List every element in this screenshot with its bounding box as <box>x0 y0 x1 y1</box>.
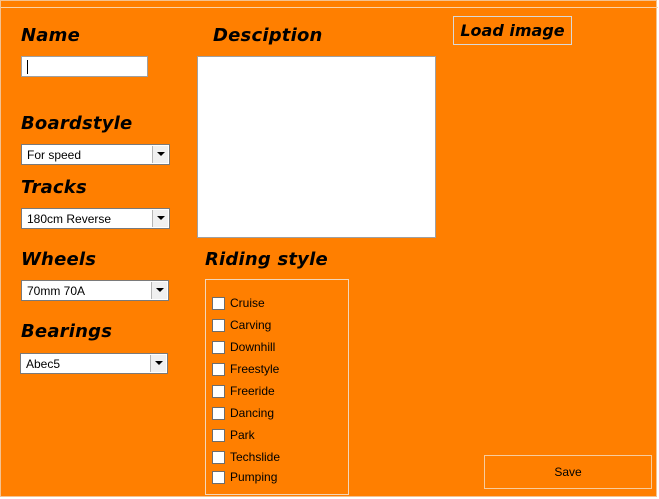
riding-style-label: Riding style <box>205 249 328 270</box>
wheels-select[interactable]: 70mm 70A <box>21 280 169 301</box>
checkbox-label: Pumping <box>230 470 278 484</box>
checkbox-icon[interactable] <box>212 451 225 464</box>
boardstyle-label: Boardstyle <box>21 113 133 134</box>
wheels-value: 70mm 70A <box>27 284 86 298</box>
text-caret <box>27 60 28 74</box>
boardstyle-value: For speed <box>27 148 82 162</box>
description-label: Desciption <box>213 25 323 46</box>
save-button[interactable]: Save <box>484 455 652 489</box>
checkbox-icon[interactable] <box>212 385 225 398</box>
load-image-button[interactable]: Load image <box>453 16 572 45</box>
description-input[interactable] <box>197 56 436 238</box>
wheels-label: Wheels <box>21 249 97 270</box>
checkbox-icon[interactable] <box>212 429 225 442</box>
checkbox-icon[interactable] <box>212 407 225 420</box>
tracks-select[interactable]: 180cm Reverse <box>21 208 170 229</box>
chevron-down-icon[interactable] <box>151 282 167 299</box>
tracks-label: Tracks <box>21 177 87 198</box>
checkbox-label: Freestyle <box>230 362 280 376</box>
checkbox-icon[interactable] <box>212 363 225 376</box>
bearings-value: Abec5 <box>26 357 61 371</box>
checkbox-label: Downhill <box>230 340 276 354</box>
checkbox-label: Freeride <box>230 384 275 398</box>
bearings-select[interactable]: Abec5 <box>20 353 168 374</box>
bearings-label: Bearings <box>21 321 113 342</box>
riding-style-group: Cruise Carving Downhill Freestyle Freeri… <box>205 279 349 495</box>
chevron-down-icon[interactable] <box>152 210 168 227</box>
chevron-down-icon[interactable] <box>150 355 166 372</box>
name-label: Name <box>21 25 80 46</box>
checkbox-label: Cruise <box>230 296 265 310</box>
checkbox-label: Park <box>230 428 255 442</box>
chevron-down-icon[interactable] <box>152 146 168 163</box>
checkbox-label: Dancing <box>230 406 275 420</box>
checkbox-icon[interactable] <box>212 471 225 484</box>
top-divider <box>1 7 658 8</box>
name-input[interactable] <box>21 56 148 77</box>
checkbox-icon[interactable] <box>212 319 225 332</box>
checkbox-icon[interactable] <box>212 297 225 310</box>
checkbox-label: Carving <box>230 318 272 332</box>
tracks-value: 180cm Reverse <box>27 212 112 226</box>
boardstyle-select[interactable]: For speed <box>21 144 170 165</box>
form-window: Name Desciption Load image Boardstyle Fo… <box>0 0 658 497</box>
checkbox-icon[interactable] <box>212 341 225 354</box>
checkbox-label: Techslide <box>230 450 281 464</box>
